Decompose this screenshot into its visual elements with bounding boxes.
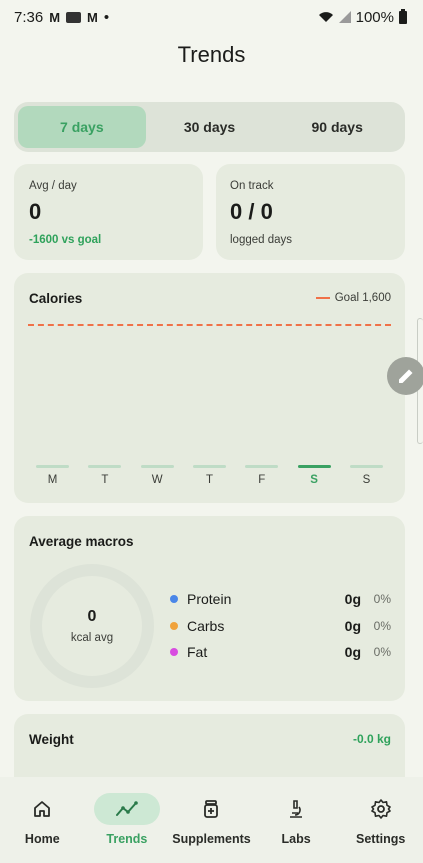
nav-icon-wrap <box>263 793 329 825</box>
macro-grams: 0g <box>344 618 361 634</box>
carbs-dot <box>170 622 178 630</box>
goal-legend-swatch <box>315 297 330 299</box>
fat-dot <box>170 648 178 656</box>
home-icon <box>34 801 51 817</box>
wifi-icon <box>318 12 333 22</box>
day-label: S <box>310 474 318 486</box>
bar-column: M <box>36 465 69 486</box>
avg-per-day-card: Avg / day 0 -1600 vs goal <box>14 164 203 260</box>
macro-pct: 0% <box>373 619 391 633</box>
nav-label: Trends <box>106 832 148 846</box>
bottom-navigation: Home Trends Supplements Labs Settings <box>0 777 423 863</box>
bar-column: S <box>349 465 383 486</box>
nav-settings[interactable]: Settings <box>339 793 423 846</box>
macro-name: Protein <box>187 591 232 607</box>
pencil-icon <box>399 369 413 383</box>
calorie-bar <box>297 465 331 468</box>
protein-dot <box>170 595 178 603</box>
macro-pct: 0% <box>373 645 391 659</box>
bar-column: F <box>245 465 279 486</box>
gmail-icon: M <box>87 9 98 25</box>
bar-column: S <box>297 465 331 486</box>
bar-column: W <box>140 465 174 486</box>
gmail-icon: M <box>49 9 61 25</box>
calories-title: Calories <box>29 291 83 306</box>
status-left: 7:36 M M • <box>14 9 109 26</box>
tab-30-days[interactable]: 30 days <box>146 106 274 148</box>
signal-icon <box>338 11 351 23</box>
calorie-bar <box>140 465 174 468</box>
nav-label: Home <box>24 832 60 846</box>
calorie-bar <box>192 465 226 468</box>
nav-icon-wrap <box>178 793 244 825</box>
bar-column: T <box>88 465 122 486</box>
goal-line <box>28 324 391 326</box>
avg-vs-goal: -1600 vs goal <box>29 234 102 246</box>
weight-title: Weight <box>29 732 74 747</box>
macros-title: Average macros <box>29 534 134 549</box>
tab-7-days[interactable]: 7 days <box>18 106 146 148</box>
edit-button[interactable] <box>387 357 423 395</box>
on-track-card: On track 0 / 0 logged days <box>216 164 405 260</box>
avg-value: 0 <box>29 199 42 224</box>
macros-card: Average macros 0 kcal avg Protein 0g 0% … <box>14 516 405 701</box>
range-selector: 7 days 30 days 90 days <box>14 102 405 152</box>
notification-dot: • <box>103 8 110 26</box>
macro-fat: Fat 0g 0% <box>170 644 391 660</box>
day-label: T <box>101 474 109 486</box>
supplements-icon <box>204 800 219 818</box>
day-label: T <box>205 474 213 486</box>
on-track-label: On track <box>230 180 274 192</box>
screen-icon <box>66 11 82 23</box>
macros-donut: 0 kcal avg <box>30 564 154 688</box>
day-label: F <box>258 474 266 486</box>
battery-percent: 100% <box>355 8 394 26</box>
nav-trends[interactable]: Trends <box>85 793 169 846</box>
page-title: Trends <box>177 42 246 67</box>
calorie-bar <box>349 465 383 468</box>
calorie-bar <box>245 465 279 468</box>
weight-change: -0.0 kg <box>352 732 391 746</box>
calories-bars: MTWTFSS <box>36 465 383 486</box>
nav-home[interactable]: Home <box>0 793 84 846</box>
tab-90-days[interactable]: 90 days <box>273 106 401 148</box>
macro-name: Fat <box>187 644 208 660</box>
day-label: M <box>47 474 58 486</box>
nav-label: Supplements <box>172 832 251 846</box>
goal-legend: Goal 1,600 <box>315 292 391 304</box>
on-track-value: 0 / 0 <box>230 199 273 224</box>
trends-icon <box>115 801 138 816</box>
calorie-bar <box>88 465 122 468</box>
status-right: 100% <box>318 8 407 26</box>
goal-legend-label: Goal 1,600 <box>334 292 391 304</box>
avg-label: Avg / day <box>29 180 77 192</box>
nav-label: Labs <box>281 832 311 846</box>
macro-grams: 0g <box>344 591 361 607</box>
macro-name: Carbs <box>187 618 225 634</box>
status-bar: 7:36 M M • 100% <box>0 0 423 34</box>
nav-icon-wrap <box>93 793 160 825</box>
calorie-bar <box>36 465 69 468</box>
battery-icon <box>399 8 407 24</box>
gear-icon <box>370 799 391 819</box>
macro-pct: 0% <box>373 592 391 606</box>
donut-value: 0 <box>87 608 97 625</box>
nav-label: Settings <box>356 832 406 846</box>
macro-carbs: Carbs 0g 0% <box>170 618 391 634</box>
microscope-icon <box>290 800 303 818</box>
day-label: S <box>362 474 371 486</box>
nav-labs[interactable]: Labs <box>254 793 338 846</box>
status-time: 7:36 <box>14 8 44 26</box>
bar-column: T <box>192 465 226 486</box>
nav-icon-wrap <box>9 793 75 825</box>
on-track-sub: logged days <box>230 234 293 246</box>
calories-card: Calories Goal 1,600 M T W T F S S <box>14 273 405 503</box>
nav-icon-wrap <box>348 793 414 825</box>
macro-protein: Protein 0g 0% <box>170 591 391 607</box>
donut-label: kcal avg <box>70 632 114 644</box>
nav-supplements[interactable]: Supplements <box>169 793 253 846</box>
day-label: W <box>151 474 163 486</box>
macro-grams: 0g <box>344 644 361 660</box>
